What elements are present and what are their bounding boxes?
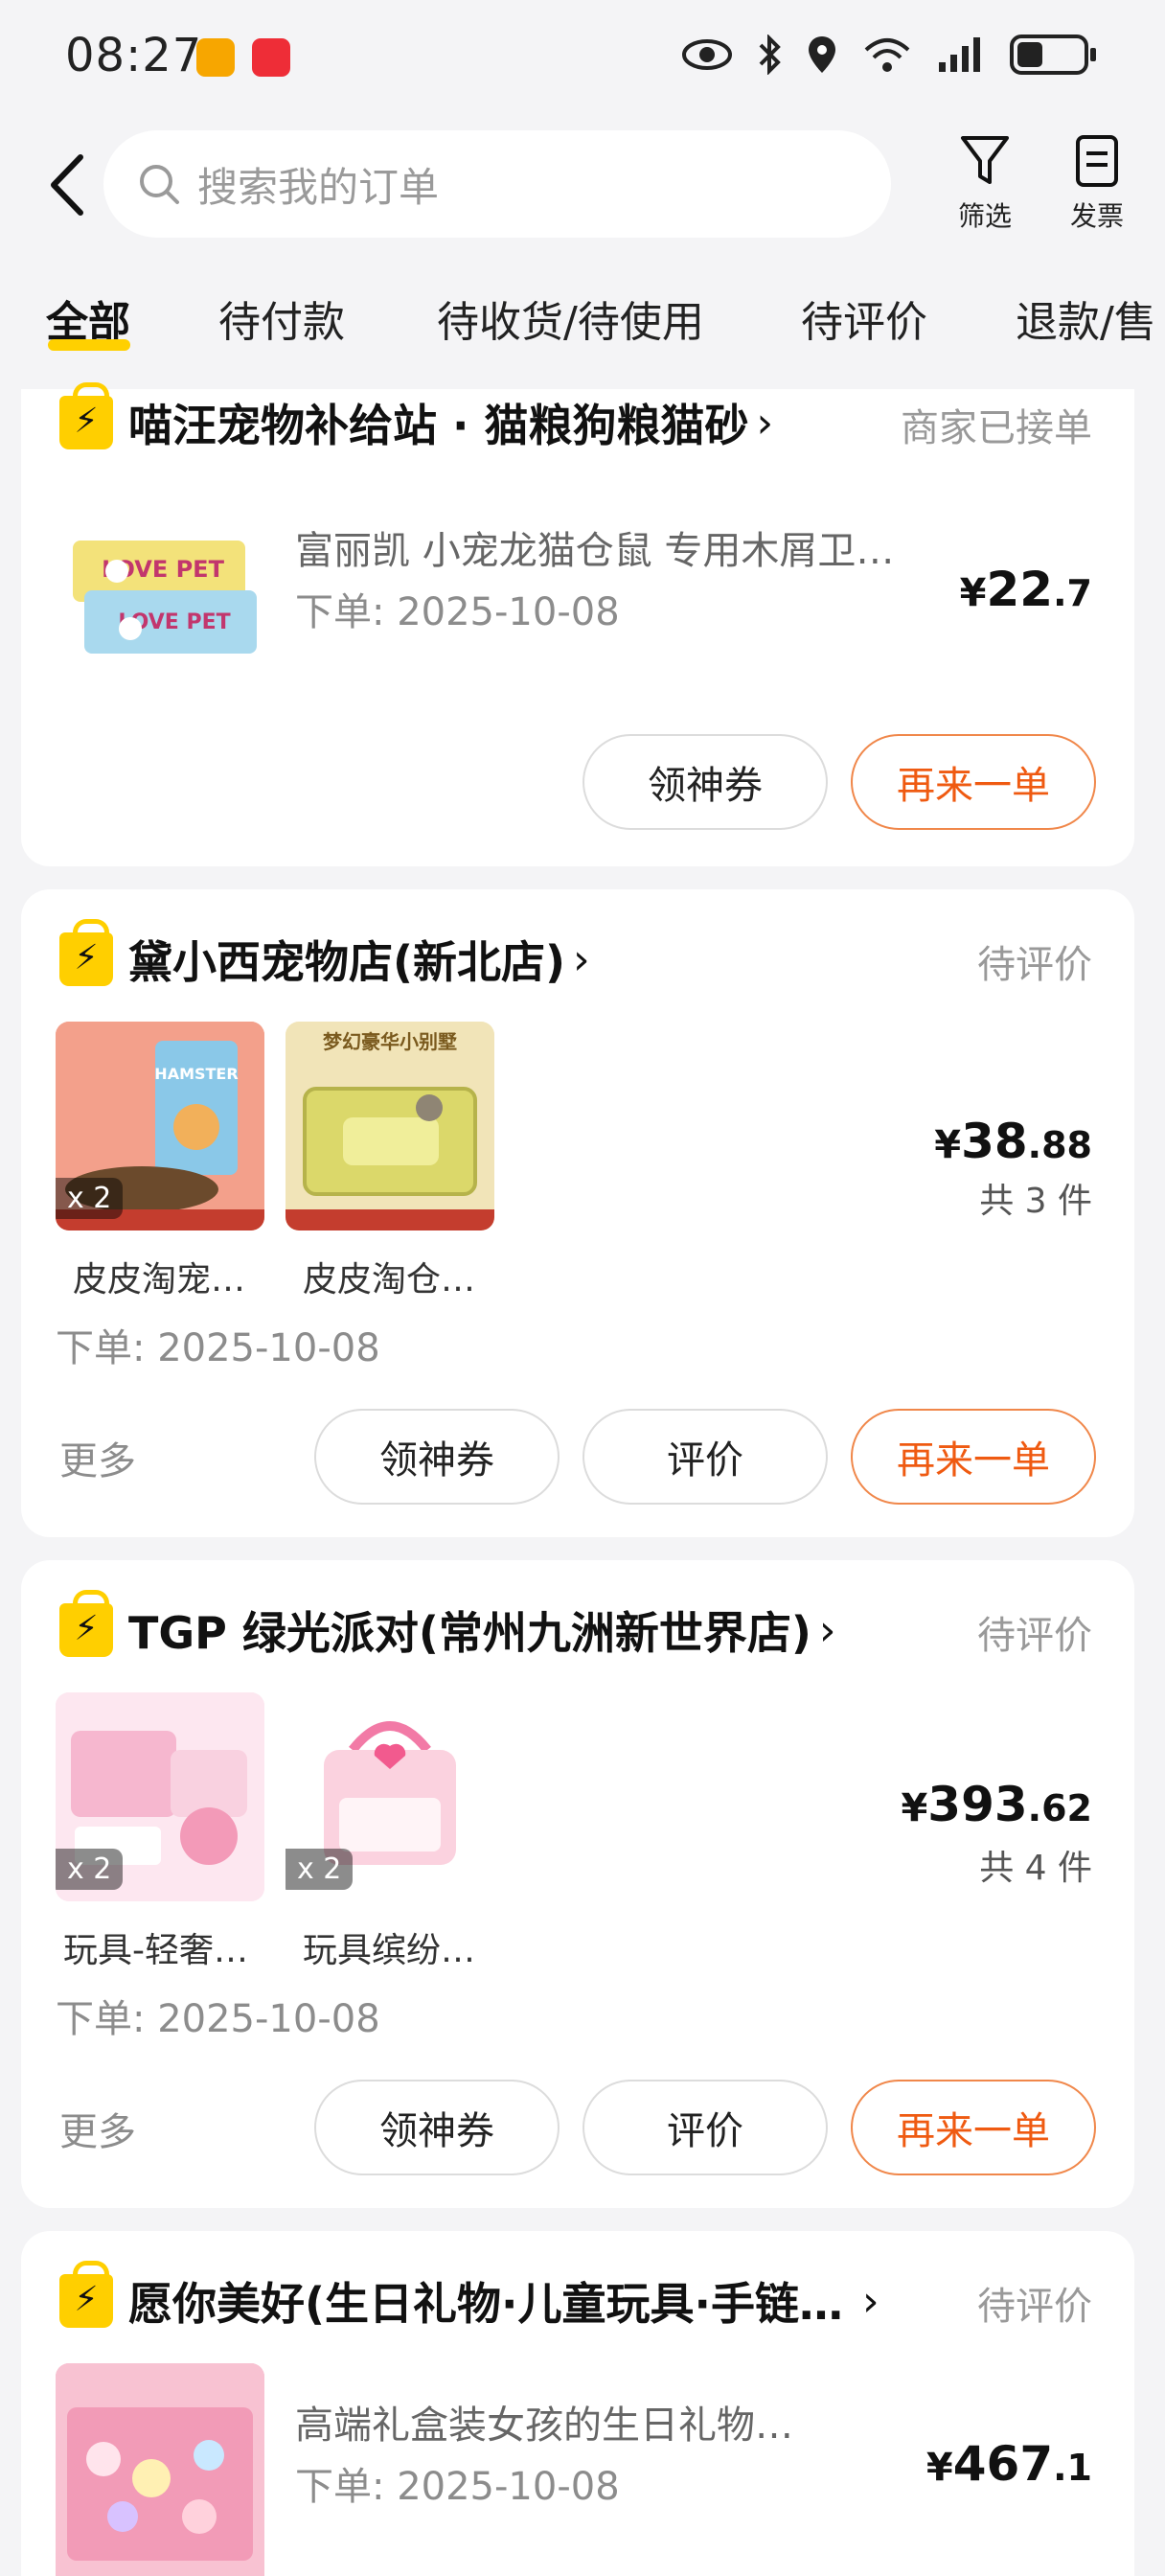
item-name[interactable]: 皮皮淘宠…	[73, 1252, 245, 1301]
shop-header[interactable]: ⚡ 愿你美好(生日礼物·儿童玩具·手链… ›	[59, 2261, 879, 2333]
order-date: 下单: 2025-10-08	[295, 590, 620, 634]
more-button[interactable]: 更多	[59, 2101, 136, 2156]
search-icon	[140, 165, 179, 204]
order-date: 下单: 2025-10-08	[295, 2465, 620, 2509]
product-image[interactable]	[56, 2363, 264, 2576]
order-status: 商家已接单	[901, 406, 1092, 450]
order-status: 待评价	[977, 2285, 1092, 2329]
tab-pending-payment[interactable]: 待付款	[218, 288, 345, 349]
thumb-label: 梦幻豪华小别墅	[323, 1030, 457, 1053]
shop-header[interactable]: ⚡ 喵汪宠物补给站 · 猫粮狗粮猫砂 ›	[59, 382, 774, 454]
app-notification-icon	[252, 38, 290, 77]
quantity-badge: x 2	[286, 1849, 354, 1890]
shop-bag-icon: ⚡	[59, 382, 113, 449]
chevron-right-icon: ›	[756, 398, 774, 448]
shop-bag-icon: ⚡	[59, 1590, 113, 1657]
order-card[interactable]: ⚡ TGP 绿光派对(常州九洲新世界店) › 待评价 x 2 x 2 玩具-轻奢…	[21, 1560, 1134, 2208]
order-price: ¥393.62	[901, 1777, 1092, 1832]
search-input[interactable]: 搜索我的订单	[103, 130, 891, 238]
review-button[interactable]: 评价	[582, 1409, 828, 1505]
chevron-right-icon: ›	[573, 934, 590, 984]
product-title[interactable]: 高端礼盒装女孩的生日礼物…	[295, 2394, 793, 2450]
tab-refund[interactable]: 退款/售	[1016, 288, 1156, 349]
filter-label: 筛选	[957, 200, 1012, 232]
order-status: 待评价	[977, 1614, 1092, 1658]
item-name[interactable]: 玩具缤纷…	[303, 1922, 475, 1972]
back-arrow-icon[interactable]	[44, 151, 92, 218]
app-notification-icon	[196, 38, 235, 77]
chevron-right-icon: ›	[818, 1605, 836, 1655]
order-date: 下单: 2025-10-08	[56, 1326, 380, 1370]
item-count: 共 4 件	[979, 1849, 1092, 1888]
filter-button[interactable]: 筛选	[942, 134, 1028, 234]
tab-pending-review[interactable]: 待评价	[801, 288, 927, 349]
order-card[interactable]: ⚡ 喵汪宠物补给站 · 猫粮狗粮猫砂 › 商家已接单 LOVE PET LOVE…	[21, 382, 1134, 866]
order-price: ¥467.1	[925, 2436, 1092, 2492]
order-date: 下单: 2025-10-08	[56, 1997, 380, 2041]
order-price: ¥22.7	[959, 562, 1092, 617]
signal-icon	[939, 37, 980, 72]
eye-icon	[682, 39, 732, 70]
wifi-icon	[864, 38, 910, 72]
quantity-badge: x 2	[56, 1849, 124, 1890]
invoice-button[interactable]: 发票	[1054, 134, 1140, 234]
product-image[interactable]: HAMSTER x 2	[56, 1022, 264, 1230]
filter-icon	[961, 136, 1009, 184]
product-title[interactable]: 富丽凯 小宠龙猫仓鼠 专用木屑卫…	[295, 519, 894, 575]
item-name[interactable]: 皮皮淘仓…	[303, 1252, 475, 1301]
chevron-right-icon: ›	[861, 2276, 879, 2326]
order-card[interactable]: ⚡ 愿你美好(生日礼物·儿童玩具·手链… › 待评价 高端礼盒装女孩的生日礼物……	[21, 2231, 1134, 2576]
invoice-icon	[1076, 135, 1118, 187]
product-image[interactable]: 梦幻豪华小别墅	[286, 1022, 494, 1230]
order-card[interactable]: ⚡ 黛小西宠物店(新北店) › 待评价 HAMSTER x 2 梦幻豪华小别墅 …	[21, 889, 1134, 1537]
more-button[interactable]: 更多	[59, 1430, 136, 1485]
reorder-button[interactable]: 再来一单	[851, 1409, 1096, 1505]
status-bar: 08:27	[0, 0, 1165, 115]
order-status: 待评价	[977, 943, 1092, 987]
item-count: 共 3 件	[979, 1182, 1092, 1221]
battery-icon	[1010, 34, 1096, 75]
bluetooth-icon	[759, 34, 781, 75]
status-time: 08:27	[65, 29, 203, 82]
shop-name: 喵汪宠物补给站 · 猫粮狗粮猫砂	[128, 400, 749, 451]
item-name[interactable]: 玩具-轻奢…	[63, 1922, 248, 1972]
order-price: ¥38.88	[934, 1114, 1092, 1169]
product-image[interactable]: x 2	[286, 1692, 494, 1901]
review-button[interactable]: 评价	[582, 2080, 828, 2175]
tab-active-indicator	[48, 339, 130, 351]
shop-header[interactable]: ⚡ TGP 绿光派对(常州九洲新世界店) ›	[59, 1590, 836, 1662]
thumb-label: HAMSTER	[154, 1065, 238, 1083]
order-tabs: 全部 待付款 待收货/待使用 待评价 退款/售	[0, 278, 1165, 364]
search-placeholder: 搜索我的订单	[197, 163, 440, 211]
tab-pending-receipt[interactable]: 待收货/待使用	[437, 288, 704, 349]
reorder-button[interactable]: 再来一单	[851, 734, 1096, 830]
invoice-label: 发票	[1069, 200, 1124, 232]
location-icon	[809, 36, 835, 73]
shop-name: 黛小西宠物店(新北店)	[128, 936, 566, 988]
get-coupon-button[interactable]: 领神券	[314, 2080, 560, 2175]
shop-name: 愿你美好(生日礼物·儿童玩具·手链…	[128, 2278, 843, 2330]
product-image[interactable]: LOVE PET LOVE PET	[59, 494, 268, 703]
product-image[interactable]: x 2	[56, 1692, 264, 1901]
shop-header[interactable]: ⚡ 黛小西宠物店(新北店) ›	[59, 919, 590, 991]
status-icons	[682, 34, 1096, 75]
get-coupon-button[interactable]: 领神券	[314, 1409, 560, 1505]
shop-name: TGP 绿光派对(常州九洲新世界店)	[128, 1607, 811, 1659]
shop-bag-icon: ⚡	[59, 2261, 113, 2328]
quantity-badge: x 2	[56, 1178, 124, 1219]
reorder-button[interactable]: 再来一单	[851, 2080, 1096, 2175]
get-coupon-button[interactable]: 领神券	[582, 734, 828, 830]
shop-bag-icon: ⚡	[59, 919, 113, 986]
